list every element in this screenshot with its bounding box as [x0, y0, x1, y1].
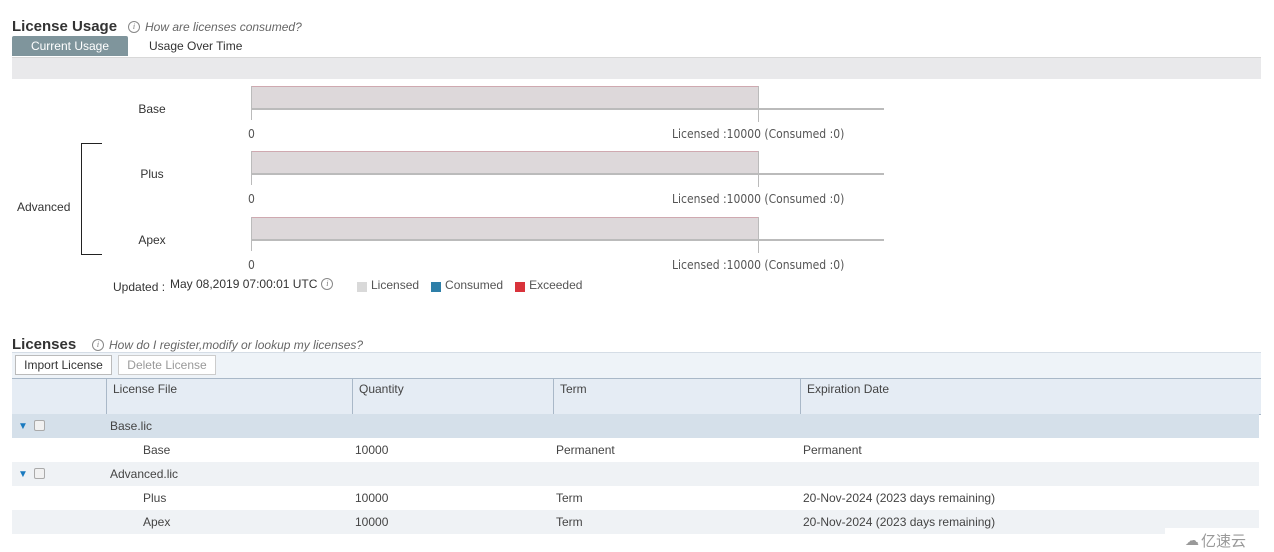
license-file-name: Base.lic — [110, 419, 153, 433]
legend-item-consumed: Consumed — [431, 278, 503, 292]
usage-toolbar-band — [12, 57, 1261, 79]
license-usage-title: License Usage — [12, 18, 118, 35]
usage-row-label-apex: Apex — [138, 233, 166, 247]
updated-label: Updated : — [113, 280, 166, 294]
legend-label-licensed: Licensed — [371, 278, 420, 292]
license-file-name: Advanced.lic — [110, 467, 179, 481]
info-icon[interactable]: i — [321, 278, 334, 290]
licenses-help-link[interactable]: i How do I register,modify or lookup my … — [92, 338, 363, 352]
group-bracket — [81, 143, 102, 255]
license-name: Base — [143, 443, 171, 457]
axis-tick-zero — [251, 217, 252, 251]
group-label-advanced: Advanced — [17, 200, 71, 214]
license-term: Term — [556, 515, 583, 529]
license-name: Apex — [143, 515, 171, 529]
table-row: Plus 10000 Term 20-Nov-2024 (2023 days r… — [12, 486, 1259, 510]
column-term[interactable]: Term — [553, 379, 800, 414]
table-row: Apex 10000 Term 20-Nov-2024 (2023 days r… — [12, 510, 1259, 534]
legend-label-consumed: Consumed — [445, 278, 504, 292]
row-checkbox[interactable] — [34, 420, 45, 431]
watermark-text: 亿速云 — [1201, 533, 1247, 550]
usage-axis-base — [251, 108, 884, 110]
license-name: Plus — [143, 491, 167, 505]
licensed-bar-apex — [251, 217, 758, 241]
axis-tick-zero — [251, 151, 252, 185]
axis-tick-zero — [251, 86, 252, 120]
row-checkbox[interactable] — [34, 468, 45, 479]
tab-current-usage[interactable]: Current Usage — [12, 36, 128, 56]
legend-label-exceeded: Exceeded — [529, 278, 583, 292]
license-term: Permanent — [556, 443, 615, 457]
license-expiration: 20-Nov-2024 (2023 days remaining) — [803, 515, 996, 529]
delete-license-button[interactable]: Delete License — [118, 355, 216, 375]
column-expiration-date[interactable]: Expiration Date — [800, 379, 1261, 414]
table-row-group-advanced[interactable]: ▼ Advanced.lic — [12, 462, 1259, 486]
usage-summary-label: Licensed :10000 (Consumed :0) — [672, 258, 845, 272]
usage-axis-apex — [251, 239, 884, 241]
usage-row-label-plus: Plus — [140, 167, 164, 181]
license-quantity: 10000 — [355, 443, 389, 457]
licenses-help-text: How do I register,modify or lookup my li… — [109, 338, 364, 352]
usage-summary-label: Licensed :10000 (Consumed :0) — [672, 127, 845, 141]
axis-tick-licensed — [758, 86, 759, 122]
cloud-logo-icon: ☁ — [1185, 532, 1199, 548]
updated-value: May 08,2019 07:00:01 UTC — [170, 277, 318, 291]
license-expiration: Permanent — [803, 443, 862, 457]
import-license-button[interactable]: Import License — [15, 355, 112, 375]
info-icon: i — [92, 339, 104, 351]
updated-timestamp: May 08,2019 07:00:01 UTC i — [170, 277, 334, 291]
table-row: Base 10000 Permanent Permanent — [12, 438, 1259, 462]
axis-label-min: 0 — [248, 192, 255, 206]
licenses-title: Licenses — [12, 336, 77, 353]
usage-help-text: How are licenses consumed? — [145, 20, 302, 34]
info-icon: i — [128, 21, 140, 33]
expand-caret-icon[interactable]: ▼ — [18, 421, 28, 432]
legend-swatch-licensed — [357, 282, 367, 292]
licensed-bar-plus — [251, 151, 758, 175]
legend-swatch-exceeded — [515, 282, 526, 292]
watermark: ☁ 亿速云 — [1185, 530, 1246, 551]
legend-item-exceeded: Exceeded — [515, 278, 582, 292]
licensed-bar-base — [251, 86, 758, 110]
usage-axis-plus — [251, 173, 884, 175]
chart-legend: Licensed Consumed Exceeded — [357, 278, 582, 292]
license-term: Term — [556, 491, 583, 505]
axis-label-min: 0 — [248, 127, 255, 141]
usage-row-label-base: Base — [138, 102, 166, 116]
tab-usage-over-time[interactable]: Usage Over Time — [149, 36, 242, 56]
legend-swatch-consumed — [431, 282, 442, 292]
table-row-group-base[interactable]: ▼ Base.lic — [12, 414, 1259, 438]
license-expiration: 20-Nov-2024 (2023 days remaining) — [803, 491, 996, 505]
column-quantity[interactable]: Quantity — [352, 379, 553, 414]
license-quantity: 10000 — [355, 515, 389, 529]
expand-caret-icon[interactable]: ▼ — [18, 469, 28, 480]
axis-tick-licensed — [758, 217, 759, 253]
usage-summary-label: Licensed :10000 (Consumed :0) — [672, 192, 845, 206]
column-license-file[interactable]: License File — [106, 379, 352, 414]
legend-item-licensed: Licensed — [357, 278, 419, 292]
axis-tick-licensed — [758, 151, 759, 187]
axis-label-min: 0 — [248, 258, 255, 272]
license-quantity: 10000 — [355, 491, 389, 505]
usage-help-link[interactable]: i How are licenses consumed? — [128, 20, 302, 34]
license-table-header: License File Quantity Term Expiration Da… — [12, 378, 1261, 415]
